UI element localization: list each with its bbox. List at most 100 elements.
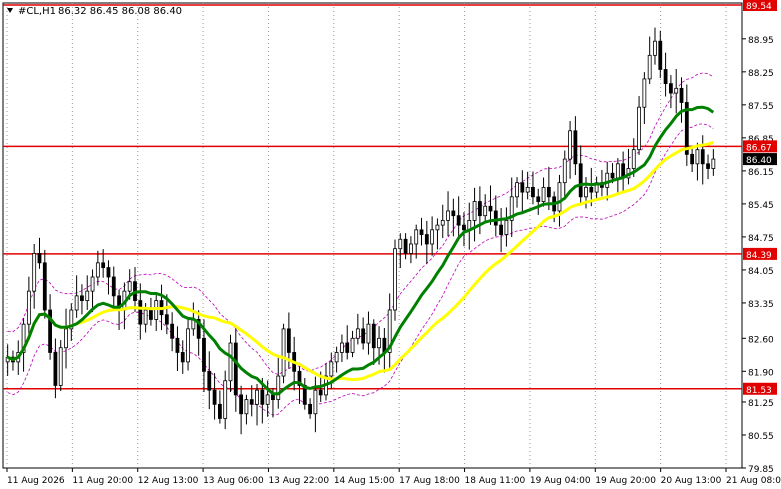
candle-body xyxy=(80,295,84,301)
candle-body xyxy=(573,130,578,165)
candle-body xyxy=(637,106,641,151)
candle-body xyxy=(58,347,63,386)
x-tick-label: 19 Aug 04:00 xyxy=(530,476,591,486)
candle-body xyxy=(228,342,233,382)
symbol-label: #CL,H1 xyxy=(18,6,56,17)
ohlc-label: 86.32 86.45 86.08 86.40 xyxy=(58,6,182,17)
y-tick-label: 87.55 xyxy=(748,102,774,112)
candle-body xyxy=(361,328,366,344)
y-tick-label: 81.90 xyxy=(748,368,774,378)
y-tick-label: 88.25 xyxy=(748,69,774,79)
candle-body xyxy=(700,149,705,165)
candle-body xyxy=(90,276,95,292)
candle-body xyxy=(483,205,488,217)
candle-body xyxy=(149,309,153,320)
candle-body xyxy=(584,186,588,198)
y-tick-label: 84.05 xyxy=(748,267,774,277)
candle-body xyxy=(313,389,318,415)
candle-body xyxy=(334,352,339,363)
candle-body xyxy=(515,182,519,198)
x-tick-label: 17 Aug 18:00 xyxy=(399,476,460,486)
candle-body xyxy=(610,172,615,179)
candle-body xyxy=(350,337,355,353)
candle-body xyxy=(541,186,546,202)
candle-body xyxy=(186,328,190,363)
candle-body xyxy=(95,262,100,278)
candle-body xyxy=(446,210,450,221)
candle-body xyxy=(127,281,132,292)
candle-body xyxy=(244,399,249,415)
candle-body xyxy=(409,243,413,254)
candle-body xyxy=(106,267,111,278)
candle-body xyxy=(143,309,148,325)
candle-body xyxy=(170,323,175,339)
candle-body xyxy=(706,163,710,169)
y-tick-label: 88.95 xyxy=(748,36,774,46)
candle-body xyxy=(493,210,498,226)
candle-body xyxy=(217,403,222,419)
candle-body xyxy=(175,337,180,353)
candle-body xyxy=(308,403,312,415)
x-tick-label: 14 Aug 15:00 xyxy=(334,476,395,486)
candle-body xyxy=(605,172,610,188)
y-tick-label: 79.85 xyxy=(748,465,774,475)
x-tick-label: 12 Aug 13:00 xyxy=(138,476,199,486)
candle-body xyxy=(111,276,116,297)
candle-body xyxy=(101,262,106,268)
candle-body xyxy=(424,234,429,245)
candle-body xyxy=(414,229,419,245)
candle-body xyxy=(85,290,90,301)
x-tick-label: 20 Aug 13:00 xyxy=(661,476,722,486)
candle-body xyxy=(276,375,281,401)
candle-body xyxy=(318,389,323,396)
candle-body xyxy=(355,328,360,339)
level-tag-label: 89.54 xyxy=(746,2,772,12)
candle-body xyxy=(366,323,371,344)
candle-body xyxy=(377,337,381,349)
candle-body xyxy=(520,182,525,193)
candle-body xyxy=(658,40,663,70)
x-tick-label: 21 Aug 08:00 xyxy=(726,476,781,486)
x-tick-label: 13 Aug 22:00 xyxy=(268,476,329,486)
candle-body xyxy=(472,201,477,221)
x-tick-label: 18 Aug 11:00 xyxy=(465,476,526,486)
candle-body xyxy=(207,370,212,391)
candle-body xyxy=(329,361,334,377)
candle-body xyxy=(578,163,583,198)
y-tick-label: 82.60 xyxy=(748,335,774,345)
candle-body xyxy=(674,87,679,94)
candle-body xyxy=(271,394,275,401)
y-tick-label: 85.45 xyxy=(748,201,774,211)
candle-body xyxy=(260,389,265,405)
candle-body xyxy=(531,186,535,198)
candle-body xyxy=(138,300,143,325)
candle-body xyxy=(536,196,541,202)
y-tick-label: 83.35 xyxy=(748,300,774,310)
candle-body xyxy=(589,186,594,193)
candle-body xyxy=(345,342,350,353)
candle-body xyxy=(154,300,159,320)
candle-body xyxy=(249,399,254,405)
y-tick-label: 84.75 xyxy=(748,234,774,244)
candle-body xyxy=(435,224,440,231)
candle-body xyxy=(430,229,435,245)
candle-body xyxy=(647,54,652,80)
candle-body xyxy=(281,328,286,377)
level-tag-label: 86.67 xyxy=(746,143,772,153)
candle-body xyxy=(462,224,466,231)
x-tick-label: 13 Aug 06:00 xyxy=(203,476,264,486)
candle-body xyxy=(212,389,217,405)
candle-body xyxy=(164,314,169,325)
candle-body xyxy=(631,149,636,169)
candle-body xyxy=(653,40,657,56)
candle-body xyxy=(499,224,504,235)
candle-body xyxy=(239,394,244,415)
candle-body xyxy=(202,337,206,372)
candle-body xyxy=(568,130,572,160)
candle-body xyxy=(398,238,403,250)
candle-body xyxy=(546,186,551,198)
candle-body xyxy=(255,389,259,405)
candle-body xyxy=(233,342,238,396)
candle-body xyxy=(32,253,37,292)
candle-body xyxy=(180,352,185,363)
